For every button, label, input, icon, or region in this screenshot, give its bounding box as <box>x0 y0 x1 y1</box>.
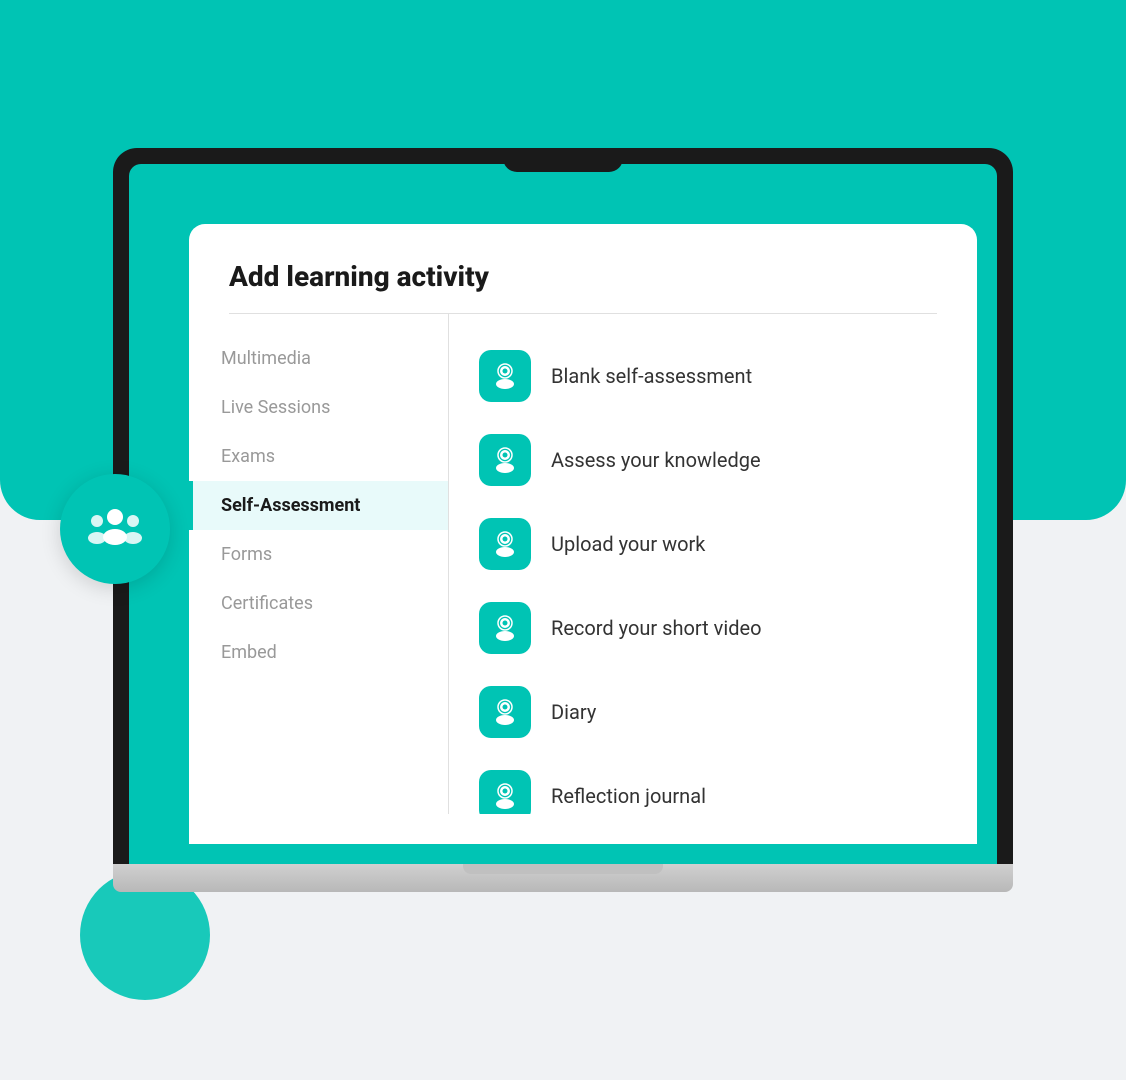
activity-label-assess-knowledge: Assess your knowledge <box>551 448 761 472</box>
activity-label-upload-work: Upload your work <box>551 532 705 556</box>
floating-avatar-circle <box>60 474 170 584</box>
activity-icon-record-video <box>479 602 531 654</box>
activity-icon-upload-work <box>479 518 531 570</box>
dialog-container: Add learning activity Multimedia Live Se… <box>189 224 977 844</box>
sidebar-item-live-sessions[interactable]: Live Sessions <box>189 383 448 432</box>
activity-label-diary: Diary <box>551 700 596 724</box>
sidebar-item-exams[interactable]: Exams <box>189 432 448 481</box>
dialog-title: Add learning activity <box>189 224 977 313</box>
sidebar-item-embed[interactable]: Embed <box>189 628 448 677</box>
laptop-hinge <box>463 864 663 874</box>
laptop-screen-bezel: Add learning activity Multimedia Live Se… <box>113 148 1013 864</box>
activity-icon-diary <box>479 686 531 738</box>
reflection-journal-icon <box>490 781 520 811</box>
sidebar-item-certificates[interactable]: Certificates <box>189 579 448 628</box>
sidebar-item-self-assessment[interactable]: Self-Assessment <box>189 481 448 530</box>
scene: Add learning activity Multimedia Live Se… <box>0 0 1126 1080</box>
laptop-notch <box>503 148 623 172</box>
users-icon <box>83 497 147 561</box>
record-video-icon <box>490 613 520 643</box>
activity-item-record-video[interactable]: Record your short video <box>479 586 947 670</box>
activity-label-blank-self-assessment: Blank self-assessment <box>551 364 752 388</box>
activity-item-upload-work[interactable]: Upload your work <box>479 502 947 586</box>
right-content: Blank self-assessment <box>449 314 977 814</box>
activity-item-blank-self-assessment[interactable]: Blank self-assessment <box>479 334 947 418</box>
left-sidebar: Multimedia Live Sessions Exams Self-Asse… <box>189 314 449 814</box>
activity-icon-blank-self-assessment <box>479 350 531 402</box>
sidebar-item-multimedia[interactable]: Multimedia <box>189 334 448 383</box>
upload-work-icon <box>490 529 520 559</box>
activity-icon-assess-knowledge <box>479 434 531 486</box>
sidebar-item-forms[interactable]: Forms <box>189 530 448 579</box>
activity-label-record-video: Record your short video <box>551 616 761 640</box>
activity-item-assess-knowledge[interactable]: Assess your knowledge <box>479 418 947 502</box>
laptop-base <box>113 864 1013 892</box>
self-assessment-icon <box>490 361 520 391</box>
dialog-body: Multimedia Live Sessions Exams Self-Asse… <box>189 314 977 814</box>
laptop-screen: Add learning activity Multimedia Live Se… <box>129 164 997 864</box>
assess-knowledge-icon <box>490 445 520 475</box>
activity-label-reflection-journal: Reflection journal <box>551 784 706 808</box>
activity-item-reflection-journal[interactable]: Reflection journal <box>479 754 947 814</box>
diary-icon <box>490 697 520 727</box>
activity-item-diary[interactable]: Diary <box>479 670 947 754</box>
laptop-wrapper: Add learning activity Multimedia Live Se… <box>113 148 1013 892</box>
activity-icon-reflection-journal <box>479 770 531 814</box>
